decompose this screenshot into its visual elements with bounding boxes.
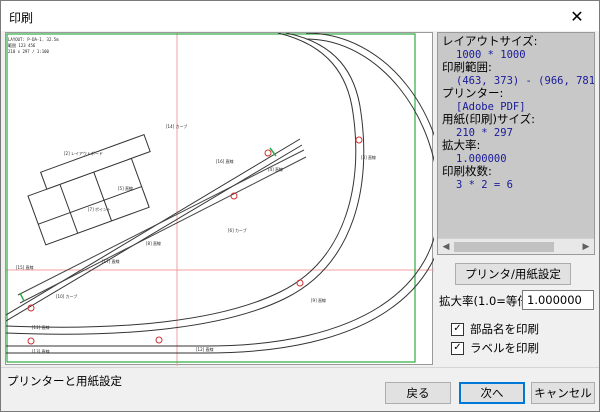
svg-text:[9] 直線: [9] 直線 — [311, 297, 326, 303]
print-preview[interactable]: LAYOUT: P-DA-1. 32.5m 範囲 123 456 210 x 2… — [5, 32, 434, 366]
scroll-left-icon[interactable]: ◀ — [440, 241, 452, 253]
info-scale: 拡大率: 1.000000 — [442, 138, 591, 165]
svg-text:[12] 直線: [12] 直線 — [196, 346, 213, 352]
info-printer: プリンター: [Adobe PDF] — [442, 86, 591, 113]
part-names-checkbox[interactable]: ✓ — [451, 322, 464, 336]
svg-text:範囲 123 456: 範囲 123 456 — [8, 42, 36, 48]
info-label: 用紙(印刷)サイズ: — [442, 112, 536, 126]
labels-checkbox[interactable]: ✓ — [451, 341, 464, 355]
svg-text:[13] 直線: [13] 直線 — [32, 348, 49, 354]
svg-text:[4] 直線: [4] 直線 — [268, 166, 283, 172]
scrollbar-thumb[interactable] — [454, 242, 554, 252]
horizontal-scrollbar[interactable]: ◀ ▶ — [438, 238, 594, 254]
svg-text:LAYOUT: P-DA-1. 32.5m: LAYOUT: P-DA-1. 32.5m — [8, 37, 59, 42]
print-part-names-option[interactable]: ✓ 部品名を印刷 — [451, 321, 539, 337]
svg-text:[10] カーブ: [10] カーブ — [56, 293, 77, 299]
info-label: 拡大率: — [442, 138, 481, 152]
svg-text:[2] レイアウトボード: [2] レイアウトボード — [64, 150, 103, 156]
print-dialog: 印刷 ✕ LAYOUT: P-DA-1. 32.5m 範囲 123 456 21… — [0, 0, 600, 412]
close-icon[interactable]: ✕ — [555, 1, 599, 31]
info-paper-size: 用紙(印刷)サイズ: 210 * 297 — [442, 112, 591, 139]
print-info-panel: レイアウトサイズ: 1000 * 1000 印刷範囲: (463, 373) -… — [437, 32, 595, 255]
info-value: 3 * 2 = 6 — [456, 178, 513, 191]
info-label: 印刷枚数: — [442, 164, 492, 178]
printer-paper-settings-button[interactable]: プリンタ/用紙設定 — [455, 263, 571, 285]
cancel-button[interactable]: キャンセル — [531, 382, 595, 404]
info-label: レイアウトサイズ: — [442, 34, 538, 48]
part-names-label: 部品名を印刷 — [470, 322, 539, 336]
status-text: プリンターと用紙設定 — [7, 374, 122, 388]
scale-label: 拡大率(1.0=等倍) — [439, 294, 534, 308]
svg-text:[8] 直線: [8] 直線 — [146, 240, 161, 246]
svg-text:[14] カーブ: [14] カーブ — [166, 123, 187, 129]
info-page-count: 印刷枚数: 3 * 2 = 6 — [442, 164, 591, 191]
info-label: 印刷範囲: — [442, 60, 492, 74]
part-labels: [2] レイアウトボード [4] 直線 [3] 直線 [5] 直線 [6] カー… — [16, 123, 376, 354]
svg-text:[15] 直線: [15] 直線 — [16, 264, 33, 270]
svg-text:[17] 直線: [17] 直線 — [102, 258, 119, 264]
svg-text:[11] 直線: [11] 直線 — [32, 324, 49, 330]
separator — [1, 367, 599, 368]
window-title: 印刷 — [9, 11, 34, 25]
svg-text:[5] 直線: [5] 直線 — [118, 185, 133, 191]
svg-text:[3] 直線: [3] 直線 — [361, 154, 376, 160]
preview-header: LAYOUT: P-DA-1. 32.5m 範囲 123 456 210 x 2… — [8, 37, 59, 54]
svg-text:[7] ポイント: [7] ポイント — [88, 206, 111, 212]
svg-text:[6] カーブ: [6] カーブ — [228, 227, 247, 233]
svg-text:[16] 直線: [16] 直線 — [216, 158, 233, 164]
info-print-range: 印刷範囲: (463, 373) - (966, 781) [502 * 4 — [442, 60, 594, 87]
scroll-right-icon[interactable]: ▶ — [580, 241, 592, 253]
next-button[interactable]: 次へ — [459, 382, 525, 404]
info-list: レイアウトサイズ: 1000 * 1000 印刷範囲: (463, 373) -… — [438, 33, 594, 238]
info-label: プリンター: — [442, 86, 504, 100]
info-layout-size: レイアウトサイズ: 1000 * 1000 — [442, 34, 591, 61]
back-button[interactable]: 戻る — [385, 382, 451, 404]
print-labels-option[interactable]: ✓ ラベルを印刷 — [451, 340, 539, 356]
title-bar: 印刷 ✕ — [1, 1, 599, 31]
scale-input[interactable]: 1.000000 — [522, 290, 594, 310]
layout-preview-drawing: LAYOUT: P-DA-1. 32.5m 範囲 123 456 210 x 2… — [6, 33, 434, 366]
svg-text:210 x 297 / 1:100: 210 x 297 / 1:100 — [8, 49, 50, 54]
labels-label: ラベルを印刷 — [470, 341, 539, 355]
